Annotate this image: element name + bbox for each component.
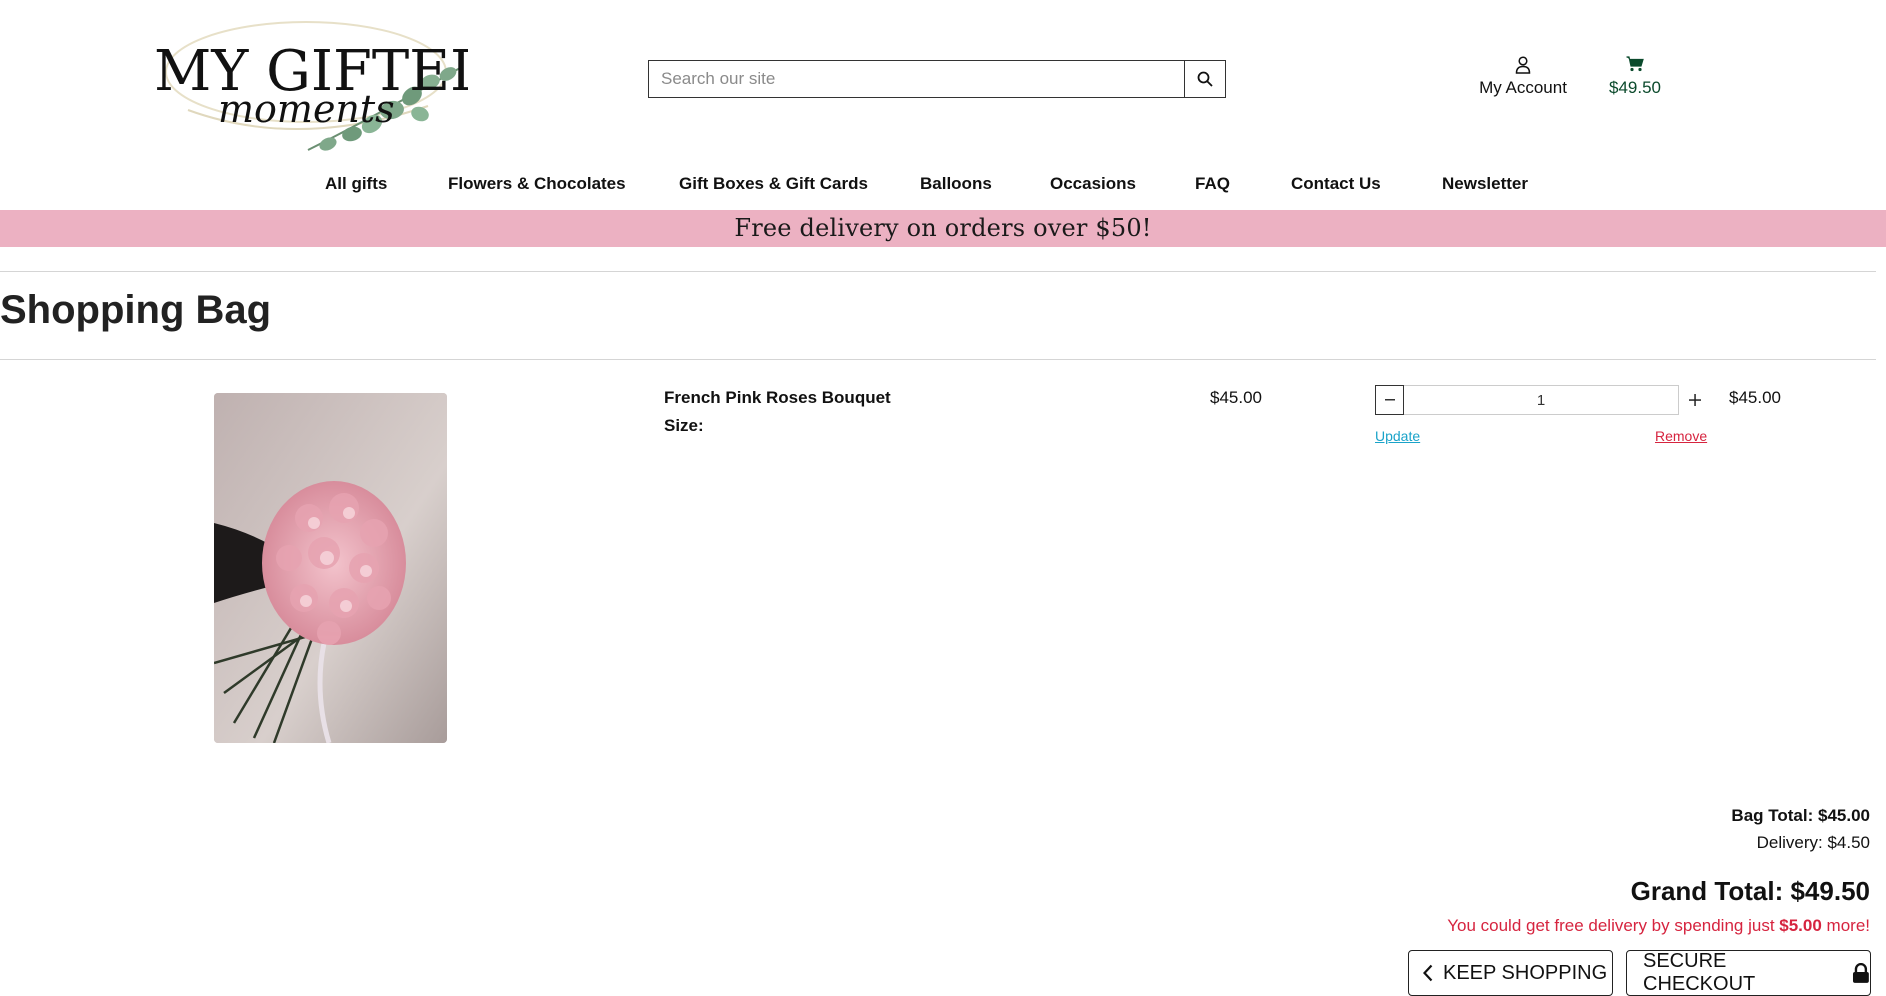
- divider: [0, 359, 1876, 360]
- free-delivery-message: You could get free delivery by spending …: [1447, 916, 1870, 936]
- my-account-link[interactable]: My Account: [1470, 56, 1576, 98]
- update-quantity-link[interactable]: Update: [1375, 428, 1420, 444]
- search-icon: [1197, 71, 1213, 87]
- delivery-cost: Delivery: $4.50: [1756, 833, 1870, 852]
- nav-item-all-gifts[interactable]: All gifts: [325, 174, 387, 194]
- quantity-input[interactable]: [1404, 385, 1679, 415]
- nav-item-occasions[interactable]: Occasions: [1050, 174, 1136, 194]
- logo-graphic: MY GIFTED moments: [154, 21, 495, 151]
- free-delivery-message-suffix: more!: [1821, 916, 1870, 935]
- product-name[interactable]: French Pink Roses Bouquet: [664, 388, 891, 408]
- search-input[interactable]: [649, 61, 1184, 97]
- product-line-total: $45.00: [1729, 388, 1781, 407]
- site-logo[interactable]: MY GIFTED moments: [148, 10, 495, 158]
- main-nav: All gifts Flowers & Chocolates Gift Boxe…: [0, 168, 1886, 198]
- free-delivery-amount: $5.00: [1779, 916, 1822, 935]
- plus-icon: [1689, 394, 1701, 406]
- keep-shopping-label: KEEP SHOPPING: [1443, 961, 1608, 984]
- grand-total: Grand Total: $49.50: [1630, 876, 1870, 906]
- nav-item-contact-us[interactable]: Contact Us: [1291, 174, 1381, 194]
- bag-total: Bag Total: $45.00: [1731, 806, 1870, 825]
- nav-item-gift-boxes[interactable]: Gift Boxes & Gift Cards: [679, 174, 868, 194]
- nav-item-balloons[interactable]: Balloons: [920, 174, 992, 194]
- cart-link[interactable]: $49.50: [1600, 56, 1670, 98]
- cart-icon: [1626, 56, 1644, 72]
- quantity-increase-button[interactable]: [1683, 385, 1707, 415]
- keep-shopping-button[interactable]: KEEP SHOPPING: [1408, 950, 1613, 996]
- promo-banner: Free delivery on orders over $50!: [0, 210, 1886, 247]
- chevron-left-icon: [1423, 964, 1433, 982]
- search-bar: [648, 60, 1226, 98]
- nav-item-newsletter[interactable]: Newsletter: [1442, 174, 1528, 194]
- search-button[interactable]: [1184, 61, 1225, 97]
- product-unit-price: $45.00: [1210, 388, 1262, 407]
- rose-bouquet-image: [214, 393, 447, 743]
- product-size-label: Size:: [664, 416, 704, 435]
- lock-icon: [1853, 963, 1870, 983]
- nav-item-faq[interactable]: FAQ: [1195, 174, 1230, 194]
- page-title: Shopping Bag: [0, 288, 272, 332]
- secure-checkout-label: SECURE CHECKOUT: [1643, 950, 1756, 995]
- quantity-decrease-button[interactable]: [1375, 385, 1404, 415]
- minus-icon: [1384, 399, 1395, 401]
- cart-total: $49.50: [1609, 78, 1661, 97]
- my-account-label: My Account: [1479, 78, 1567, 97]
- promo-banner-text: Free delivery on orders over $50!: [734, 214, 1152, 242]
- remove-item-link[interactable]: Remove: [1655, 428, 1707, 444]
- free-delivery-message-prefix: You could get free delivery by spending …: [1447, 916, 1780, 935]
- divider: [0, 271, 1876, 272]
- nav-item-flowers-chocolates[interactable]: Flowers & Chocolates: [448, 174, 626, 194]
- user-icon: [1515, 56, 1531, 74]
- product-image[interactable]: [214, 393, 447, 743]
- logo-text-script: moments: [218, 87, 395, 131]
- secure-checkout-button[interactable]: SECURE CHECKOUT: [1626, 950, 1871, 996]
